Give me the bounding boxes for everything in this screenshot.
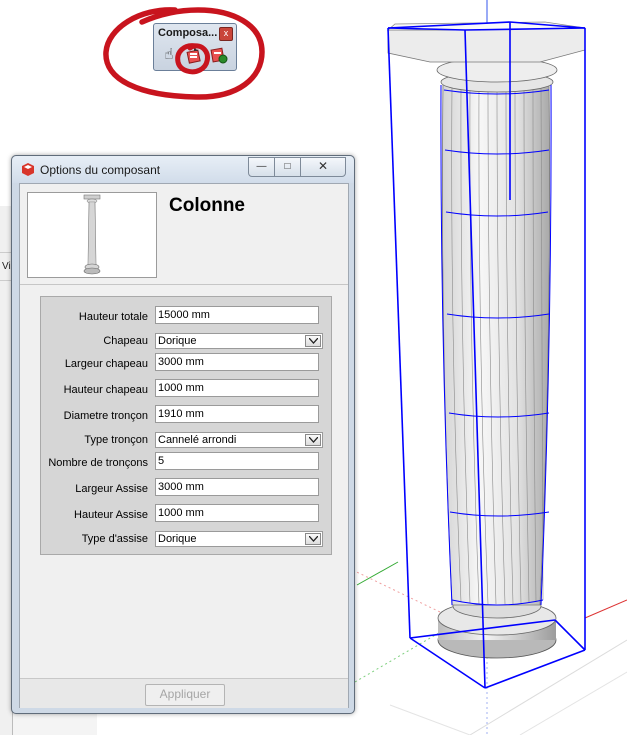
field-label: Type tronçon	[84, 434, 148, 446]
field-label: Chapeau	[103, 335, 148, 347]
chevron-down-icon[interactable]	[305, 434, 321, 446]
hauteur-assise-input[interactable]	[155, 504, 319, 522]
component-thumbnail	[27, 192, 157, 278]
component-name: Colonne	[169, 195, 245, 216]
form-row-largeur-assise: Largeur Assise	[41, 478, 331, 500]
components-toolbar[interactable]: Composa... x ☝	[153, 23, 237, 71]
column-thumbnail-icon	[83, 194, 101, 275]
largeur-assise-input[interactable]	[155, 478, 319, 496]
dialog-title: Options du composant	[40, 163, 161, 177]
dialog-titlebar[interactable]: Options du composant — □ ✕	[12, 156, 354, 183]
form-row-diametre-troncon: Diametre tronçon	[41, 405, 331, 427]
chapeau-select[interactable]: Dorique	[155, 333, 323, 349]
close-icon: ✕	[317, 159, 329, 173]
form-row-nombre-troncons: Nombre de tronçons	[41, 452, 331, 474]
field-label: Hauteur Assise	[74, 509, 148, 521]
maximize-icon: □	[284, 161, 291, 172]
form-row-hauteur-chapeau: Hauteur chapeau	[41, 379, 331, 401]
field-label: Type d'assise	[81, 533, 148, 545]
form-row-hauteur-assise: Hauteur Assise	[41, 504, 331, 526]
field-label: Largeur chapeau	[64, 358, 148, 370]
form-row-type-troncon: Type tronçon Cannelé arrondi	[41, 431, 331, 453]
form-row-type-assise: Type d'assise Dorique	[41, 530, 331, 552]
diametre-troncon-input[interactable]	[155, 405, 319, 423]
dialog-footer: Appliquer	[20, 678, 348, 708]
chevron-down-icon[interactable]	[305, 335, 321, 347]
component-options-icon[interactable]	[184, 45, 204, 65]
close-button[interactable]: ✕	[300, 157, 346, 177]
component-attributes-icon[interactable]	[209, 45, 229, 65]
form-row-chapeau: Chapeau Dorique	[41, 332, 331, 354]
select-value: Dorique	[158, 533, 197, 545]
attributes-form: Hauteur totale Chapeau Dorique Largeur c…	[40, 296, 332, 555]
apply-button[interactable]: Appliquer	[145, 684, 225, 706]
largeur-chapeau-input[interactable]	[155, 353, 319, 371]
select-value: Cannelé arrondi	[158, 434, 237, 446]
dialog-content: Colonne Hauteur totale Chapeau Dorique	[19, 183, 349, 708]
hauteur-chapeau-input[interactable]	[155, 379, 319, 397]
maximize-button[interactable]: □	[274, 157, 301, 177]
type-assise-select[interactable]: Dorique	[155, 531, 323, 547]
field-label: Hauteur chapeau	[63, 384, 148, 396]
axis-red	[584, 599, 627, 619]
type-troncon-select[interactable]: Cannelé arrondi	[155, 432, 323, 448]
form-row-largeur-chapeau: Largeur chapeau	[41, 353, 331, 375]
hauteur-totale-input[interactable]	[155, 306, 319, 324]
field-label: Diametre tronçon	[63, 410, 148, 422]
sketchup-app-icon	[21, 163, 35, 176]
chevron-down-icon[interactable]	[305, 533, 321, 545]
field-label: Hauteur totale	[78, 311, 148, 323]
field-label: Nombre de tronçons	[48, 457, 148, 469]
column-model	[386, 21, 586, 659]
minimize-icon: —	[256, 161, 267, 172]
form-row-hauteur-totale: Hauteur totale	[41, 306, 331, 328]
component-options-dialog[interactable]: Options du composant — □ ✕ Colonne Haute…	[11, 155, 355, 714]
component-header: Colonne	[20, 184, 348, 285]
hand-icon[interactable]: ☝	[159, 45, 179, 65]
toolbar-close-button[interactable]: x	[219, 27, 233, 41]
minimize-button[interactable]: —	[248, 157, 275, 177]
axis-green	[356, 561, 399, 586]
select-value: Dorique	[158, 335, 197, 347]
field-label: Largeur Assise	[75, 483, 148, 495]
toolbar-title[interactable]: Composa...	[158, 27, 217, 39]
nombre-troncons-input[interactable]	[155, 452, 319, 470]
background-tab-label: Vi	[2, 261, 11, 272]
